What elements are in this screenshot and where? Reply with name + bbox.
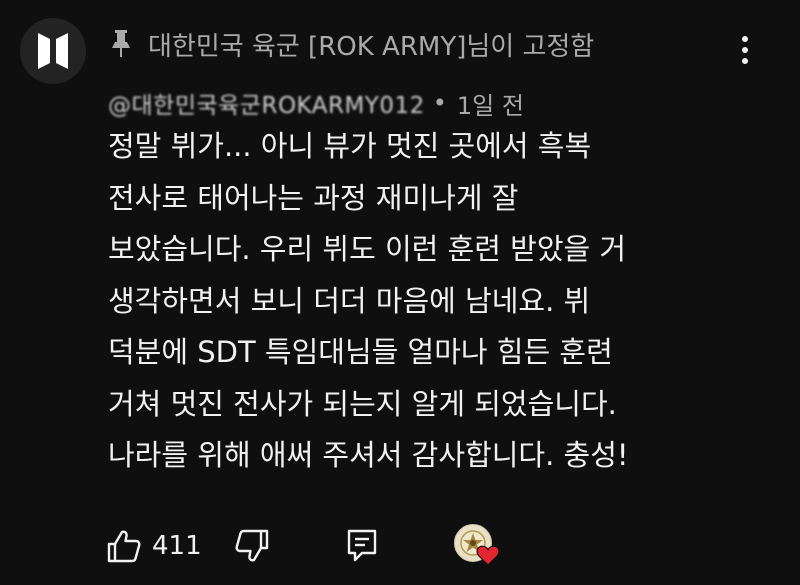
creator-heart-icon	[476, 545, 500, 566]
thumbs-down-icon	[235, 529, 269, 562]
reply-icon	[347, 529, 377, 562]
comment-line: 생각하면서 보니 더더 마음에 남네요. 뷔	[108, 283, 591, 318]
reply-button[interactable]	[342, 522, 382, 570]
pinned-label: 대한민국 육군 [ROK ARMY]님이 고정함	[148, 31, 595, 62]
like-count: 411	[152, 531, 202, 561]
pin-icon	[108, 27, 134, 61]
comment-line: 나라를 위해 애써 주셔서 감사합니다. 충성!	[108, 438, 629, 472]
comment-line: 보았습니다. 우리 뷔도 이런 훈련 받았을 거	[108, 232, 627, 266]
comment-actions: 411	[104, 522, 524, 570]
comment-line: 전사로 태어나는 과정 재미나게 잘	[108, 180, 519, 215]
thumbs-up-icon	[107, 530, 141, 563]
more-vertical-icon[interactable]	[728, 28, 762, 72]
comment-text: 정말 뷔가... 아니 뷰가 멋진 곳에서 흑복 전사로 태어나는 과정 재미나…	[108, 121, 778, 482]
creator-heart[interactable]	[454, 524, 500, 570]
comment-timestamp[interactable]: 1일 전	[457, 86, 524, 121]
comment-meta: @대한민국육군ROKARMY012 • 1일 전	[108, 84, 524, 122]
dislike-button[interactable]	[232, 522, 272, 570]
author-handle[interactable]: @대한민국육군ROKARMY012	[108, 86, 425, 120]
pinned-indicator: 대한민국 육군 [ROK ARMY]님이 고정함	[108, 24, 594, 64]
like-button[interactable]	[104, 522, 144, 570]
comment-line: 덕분에 SDT 특임대님들 얼마나 힘든 훈련	[108, 335, 613, 369]
comment-line: 정말 뷔가... 아니 뷰가 멋진 곳에서 흑복	[108, 129, 592, 163]
meta-separator: •	[432, 89, 447, 117]
avatar[interactable]	[20, 18, 86, 84]
comment-line: 거쳐 멋진 전사가 되는지 알게 되었습니다.	[108, 386, 617, 421]
bts-logo-icon	[38, 33, 68, 69]
